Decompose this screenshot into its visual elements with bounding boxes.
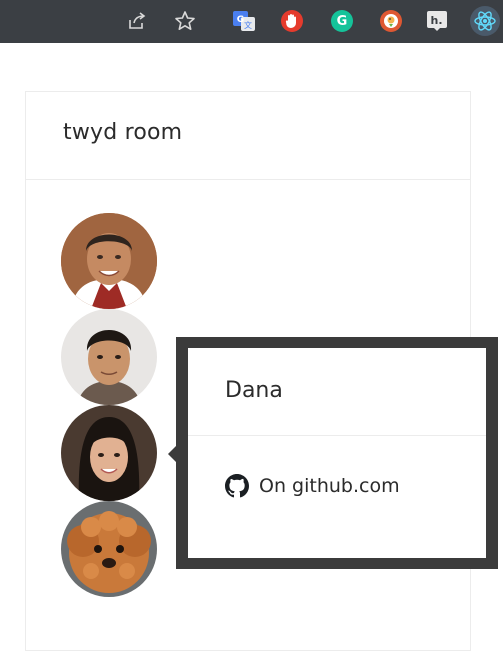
avatar-member-1[interactable] [61, 213, 157, 309]
room-card-header: twyd room [26, 92, 470, 180]
google-translate-icon[interactable]: G 文 [232, 9, 256, 33]
duckduckgo-icon[interactable] [380, 10, 402, 32]
hypothesis-letter: h. [430, 14, 442, 27]
avatar-member-2[interactable] [61, 309, 157, 405]
grammarly-icon[interactable]: G [331, 10, 353, 32]
avatar-man-1-icon [61, 213, 157, 309]
popover-divider [188, 435, 486, 436]
avatar-member-3[interactable] [61, 405, 157, 501]
react-devtools-icon[interactable] [470, 6, 500, 36]
room-title: twyd room [63, 120, 183, 145]
github-link-label: On github.com [259, 475, 400, 497]
member-name: Dana [225, 378, 283, 403]
github-icon [225, 474, 249, 498]
avatar-man-2-icon [61, 309, 157, 405]
grammarly-letter: G [336, 13, 348, 29]
star-icon[interactable] [173, 9, 197, 33]
svg-text:文: 文 [244, 20, 252, 30]
avatar-dog-icon [61, 501, 157, 597]
share-icon[interactable] [125, 9, 149, 33]
avatar-member-4[interactable] [61, 501, 157, 597]
browser-toolbar: G 文 G h. [0, 0, 503, 43]
avatar-woman-icon [61, 405, 157, 501]
hand-stop-icon[interactable] [281, 10, 303, 32]
popover-content: Dana On github.com [188, 348, 486, 558]
hypothesis-icon[interactable]: h. [425, 9, 449, 33]
member-popover: Dana On github.com [176, 337, 498, 569]
github-link[interactable]: On github.com [225, 474, 400, 498]
popover-arrow [168, 446, 176, 462]
